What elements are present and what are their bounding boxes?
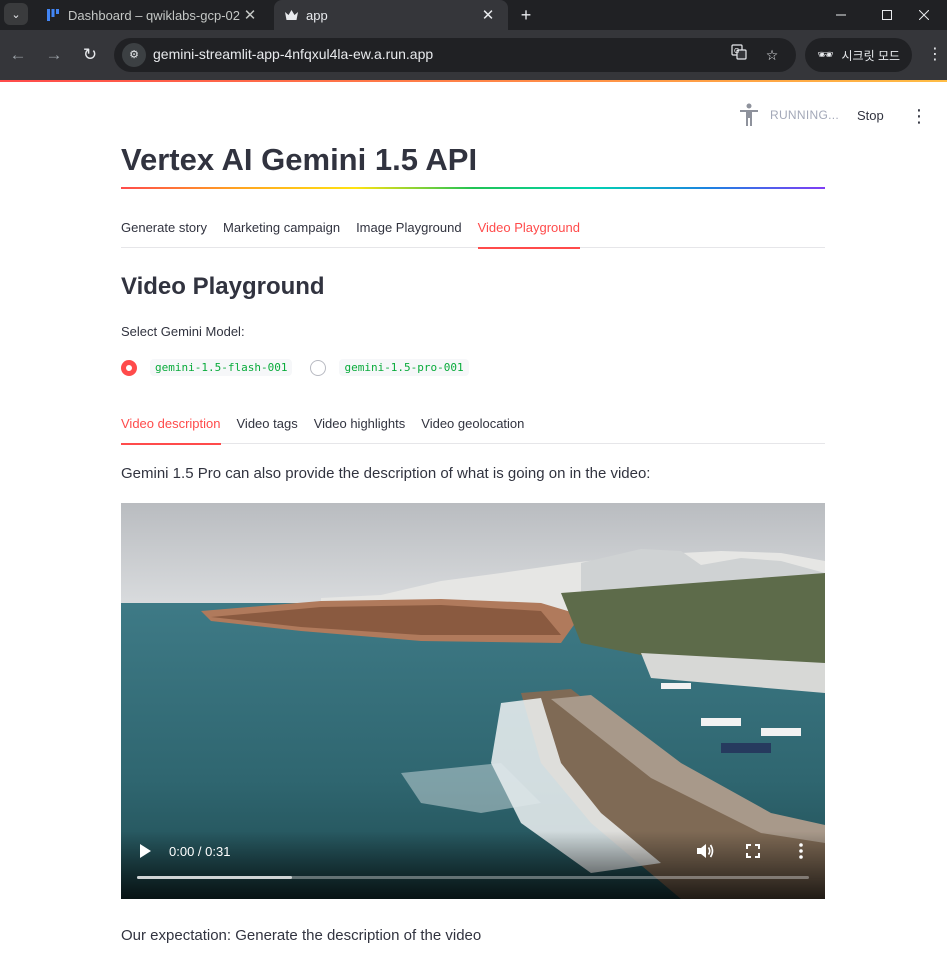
volume-icon[interactable]	[695, 841, 715, 861]
streamlit-decoration-bar	[0, 80, 947, 82]
incognito-icon: 🕶	[817, 47, 834, 62]
tab-search-button[interactable]: ⌄	[4, 3, 28, 25]
video-buffer-bar	[137, 876, 292, 879]
video-time: 0:00 / 0:31	[169, 844, 231, 859]
tab-title: app	[306, 7, 328, 23]
incognito-badge[interactable]: 🕶 시크릿 모드	[805, 38, 912, 72]
radio-gemini-flash[interactable]: gemini-1.5-flash-001	[121, 359, 293, 376]
fullscreen-icon[interactable]	[745, 843, 761, 859]
tab-generate-story[interactable]: Generate story	[121, 218, 207, 248]
video-player[interactable]: 0:00 / 0:31	[121, 503, 825, 899]
video-description-text: Gemini 1.5 Pro can also provide the desc…	[121, 465, 651, 482]
browser-toolbar: ← → ↻ ⚙ gemini-streamlit-app-4nfqxul4la-…	[0, 30, 947, 80]
streamlit-crown-icon	[284, 8, 298, 22]
running-person-icon	[738, 103, 760, 127]
dashboard-favicon-icon	[46, 8, 60, 22]
video-progress-bar[interactable]	[137, 876, 809, 879]
browser-tab-app[interactable]: app ✕	[274, 0, 508, 30]
running-status: RUNNING...	[770, 108, 839, 122]
browser-tab-dashboard[interactable]: Dashboard – qwiklabs-gcp-02- ✕	[34, 0, 270, 30]
close-icon[interactable]: ✕	[478, 6, 498, 24]
video-controls-overlay	[121, 831, 825, 899]
tab-video-geolocation[interactable]: Video geolocation	[421, 414, 524, 444]
new-tab-button[interactable]: +	[514, 4, 538, 26]
bookmark-star-icon[interactable]: ☆	[760, 43, 784, 67]
stop-button[interactable]: Stop	[857, 108, 884, 123]
radio-selected-indicator[interactable]	[121, 359, 137, 376]
radio-gemini-pro[interactable]: gemini-1.5-pro-001	[310, 359, 469, 376]
back-arrow-icon[interactable]: ←	[6, 43, 30, 67]
tab-title: Dashboard – qwiklabs-gcp-02-	[68, 7, 240, 23]
minimize-button[interactable]	[818, 0, 864, 30]
expectation-text: Our expectation: Generate the descriptio…	[121, 927, 482, 944]
video-more-options-icon[interactable]	[795, 841, 807, 861]
title-divider	[121, 187, 825, 189]
incognito-label: 시크릿 모드	[841, 48, 901, 63]
model-select-label: Select Gemini Model:	[121, 324, 245, 339]
chevron-down-icon: ⌄	[11, 8, 21, 21]
translate-icon[interactable]: G	[727, 43, 751, 67]
model-radio-group: gemini-1.5-flash-001 gemini-1.5-pro-001	[121, 359, 487, 376]
close-window-button[interactable]	[901, 0, 947, 30]
page-title: Vertex AI Gemini 1.5 API	[121, 142, 478, 177]
section-title: Video Playground	[121, 273, 325, 300]
tab-video-highlights[interactable]: Video highlights	[314, 414, 406, 444]
tab-video-description[interactable]: Video description	[121, 414, 221, 445]
address-bar[interactable]: ⚙ gemini-streamlit-app-4nfqxul4la-ew.a.r…	[114, 38, 796, 72]
reload-icon[interactable]: ↻	[78, 43, 102, 67]
tab-marketing-campaign[interactable]: Marketing campaign	[223, 218, 340, 248]
radio-option-label: gemini-1.5-flash-001	[150, 359, 293, 376]
main-menu-icon[interactable]: ⋮	[910, 104, 928, 128]
svg-text:G: G	[734, 48, 739, 55]
radio-option-label: gemini-1.5-pro-001	[339, 359, 469, 376]
site-info-icon[interactable]: ⚙	[122, 43, 146, 67]
tab-image-playground[interactable]: Image Playground	[356, 218, 462, 248]
tab-video-tags[interactable]: Video tags	[237, 414, 298, 444]
forward-arrow-icon[interactable]: →	[42, 43, 66, 67]
close-icon[interactable]: ✕	[240, 6, 260, 24]
video-tabs: Video description Video tags Video highl…	[121, 414, 825, 445]
browser-tab-strip: ⌄ Dashboard – qwiklabs-gcp-02- ✕ app ✕ +	[0, 0, 947, 30]
radio-unselected-indicator[interactable]	[310, 359, 327, 376]
browser-menu-icon[interactable]: ⋮	[926, 43, 944, 67]
url-text: gemini-streamlit-app-4nfqxul4la-ew.a.run…	[153, 46, 434, 62]
play-icon[interactable]	[137, 842, 153, 860]
tab-video-playground[interactable]: Video Playground	[477, 218, 581, 249]
main-tabs: Generate story Marketing campaign Image …	[121, 218, 825, 249]
